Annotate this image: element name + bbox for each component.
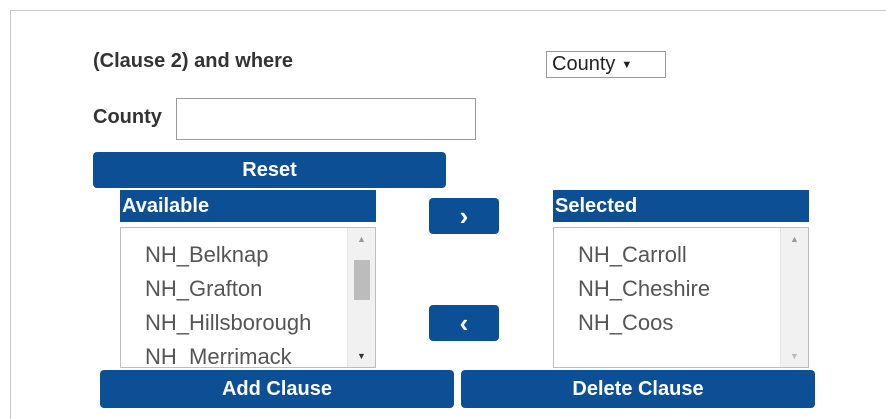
selected-item[interactable]: NH_Cheshire: [578, 272, 710, 306]
selected-item[interactable]: NH_Coos: [578, 306, 710, 340]
scroll-down-icon[interactable]: ▼: [348, 351, 375, 361]
delete-clause-button[interactable]: Delete Clause: [461, 370, 815, 408]
available-item[interactable]: NH_Belknap: [145, 238, 311, 272]
available-item[interactable]: NH_Merrimack: [145, 340, 311, 367]
selected-header: Selected: [553, 190, 809, 222]
move-right-button[interactable]: ›: [429, 198, 499, 234]
field-select-value: County: [552, 53, 616, 75]
available-scrollbar[interactable]: ▲ ▼: [347, 228, 375, 367]
field-select[interactable]: County ▼: [546, 51, 666, 78]
available-item[interactable]: NH_Hillsborough: [145, 306, 311, 340]
move-left-button[interactable]: ‹: [429, 305, 499, 341]
chevron-left-icon: ‹: [459, 307, 469, 338]
clause-label: (Clause 2) and where: [93, 50, 294, 72]
available-header: Available: [120, 190, 376, 222]
selected-scrollbar[interactable]: ▲ ▼: [780, 228, 808, 367]
chevron-down-icon: ▼: [621, 58, 633, 71]
available-listbox[interactable]: NH_Belknap NH_Grafton NH_Hillsborough NH…: [120, 227, 376, 368]
reset-button[interactable]: Reset: [93, 152, 446, 188]
scroll-down-icon[interactable]: ▼: [781, 351, 808, 361]
selected-item[interactable]: NH_Carroll: [578, 238, 710, 272]
scroll-up-icon[interactable]: ▲: [781, 234, 808, 244]
county-input[interactable]: [176, 98, 476, 140]
chevron-right-icon: ›: [459, 200, 469, 231]
selected-listbox[interactable]: NH_Carroll NH_Cheshire NH_Coos ▲ ▼: [553, 227, 809, 368]
scroll-thumb[interactable]: [354, 260, 370, 300]
add-clause-button[interactable]: Add Clause: [100, 370, 454, 408]
available-item[interactable]: NH_Grafton: [145, 272, 311, 306]
scroll-up-icon[interactable]: ▲: [348, 234, 375, 244]
county-label: County: [93, 106, 162, 128]
